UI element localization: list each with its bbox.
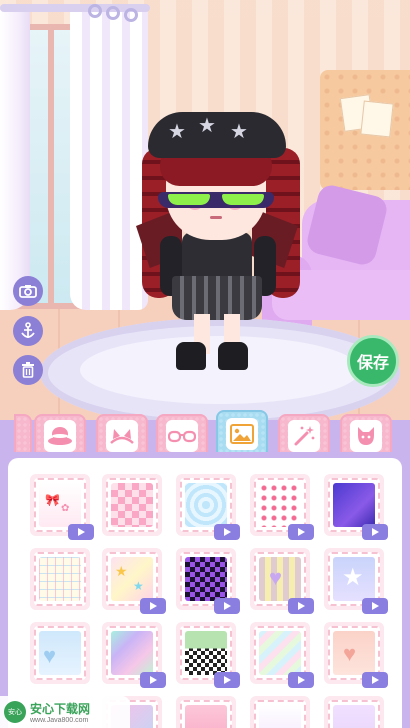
watermark-url: www.Java800.com xyxy=(30,717,89,724)
outfit-skirt xyxy=(172,276,262,320)
magic-wand-icon xyxy=(294,426,315,446)
boot-left xyxy=(176,342,206,370)
boot-right xyxy=(218,342,248,370)
item-row4-e[interactable] xyxy=(324,696,384,728)
cap: ★ ★ ★ xyxy=(148,112,286,158)
play-icon xyxy=(298,676,305,684)
curtain-right xyxy=(70,10,148,310)
curtain-left xyxy=(0,10,30,310)
item-checker-purple[interactable] xyxy=(176,548,240,614)
item-galaxy[interactable] xyxy=(324,474,388,540)
play-icon xyxy=(372,528,379,536)
video-ad-badge xyxy=(288,524,314,540)
video-ad-badge xyxy=(214,598,240,614)
item-bows[interactable]: 🎀 ✿ xyxy=(30,474,94,540)
hat-icon xyxy=(48,427,72,445)
item-heart-rings[interactable] xyxy=(176,474,240,540)
delete-button[interactable] xyxy=(13,355,43,385)
curtain-bows xyxy=(88,2,148,22)
background-image-icon xyxy=(230,424,254,444)
video-ad-badge xyxy=(214,672,240,688)
play-icon xyxy=(224,602,231,610)
item-row4-d[interactable] xyxy=(250,696,310,728)
item-holo[interactable] xyxy=(102,622,166,688)
camera-icon xyxy=(19,285,37,298)
item-drip[interactable] xyxy=(176,622,240,688)
item-row4-c[interactable] xyxy=(176,696,236,728)
cat-pet-icon xyxy=(358,427,374,445)
play-icon xyxy=(372,676,379,684)
video-ad-badge xyxy=(140,598,166,614)
item-peach-hearts[interactable]: ♥ xyxy=(324,622,388,688)
video-ad-badge xyxy=(288,672,314,688)
play-icon xyxy=(298,528,305,536)
cork-board xyxy=(320,70,410,190)
sunglasses xyxy=(158,192,274,208)
video-ad-badge xyxy=(140,672,166,688)
play-icon xyxy=(78,528,85,536)
play-icon xyxy=(298,602,305,610)
item-heart-grid[interactable] xyxy=(30,548,90,610)
trash-icon xyxy=(22,362,34,378)
item-star-blue[interactable]: ★ xyxy=(324,548,388,614)
item-hearts-pattern[interactable] xyxy=(250,474,314,540)
video-ad-badge xyxy=(68,524,94,540)
video-ad-badge xyxy=(362,672,388,688)
save-button[interactable]: 保存 xyxy=(347,335,399,387)
play-icon xyxy=(150,676,157,684)
site-watermark: 安心 安心下载网 www.Java800.com xyxy=(0,696,130,728)
tab-background[interactable] xyxy=(216,410,268,458)
item-pastel-stripes[interactable] xyxy=(250,622,314,688)
video-ad-badge xyxy=(288,598,314,614)
anchor-icon xyxy=(21,322,35,338)
play-icon xyxy=(150,602,157,610)
item-plaid-heart[interactable]: ♥ xyxy=(250,548,314,614)
video-ad-badge xyxy=(362,524,388,540)
glasses-icon xyxy=(168,430,196,443)
anchor-button[interactable] xyxy=(13,316,43,346)
item-stars-pastel[interactable]: ★ ★ xyxy=(102,548,166,614)
video-ad-badge xyxy=(362,598,388,614)
play-icon xyxy=(372,602,379,610)
camera-button[interactable] xyxy=(13,276,43,306)
item-grid: 🎀 ✿ ★ ★ ♥ ★ ♥ ♥ xyxy=(8,458,402,728)
watermark-logo: 安心 xyxy=(4,701,26,723)
watermark-title: 安心下载网 xyxy=(30,702,91,716)
item-checker-pink[interactable] xyxy=(102,474,162,536)
video-ad-badge xyxy=(214,524,240,540)
item-panel: 🎀 ✿ ★ ★ ♥ ★ ♥ ♥ xyxy=(0,452,410,728)
item-sky-hearts[interactable]: ♥ xyxy=(30,622,90,684)
play-icon xyxy=(224,528,231,536)
play-icon xyxy=(224,676,231,684)
cat-ears-icon xyxy=(110,429,134,444)
avatar-character[interactable]: ★ ★ ★ xyxy=(136,108,300,374)
